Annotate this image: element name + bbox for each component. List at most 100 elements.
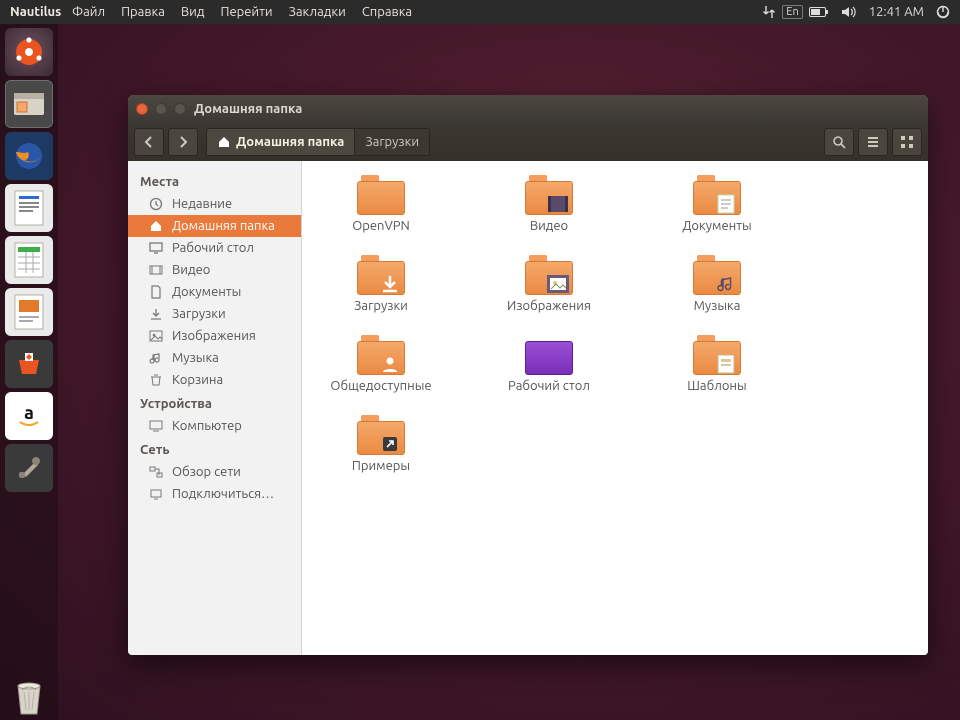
computer-icon [148,419,164,433]
folder-icon [693,335,741,375]
battery-indicator-icon[interactable] [803,6,835,18]
folder-icon [357,255,405,295]
folder-icon [357,415,405,455]
window-titlebar[interactable]: Домашняя папка [128,95,928,123]
window-title: Домашняя папка [194,102,302,116]
file-label: Общедоступные [330,379,431,393]
launcher-firefox[interactable] [5,132,53,180]
file-grid: OpenVPN Видео Документы Загрузки Изображения… [302,161,928,655]
menu-bookmarks[interactable]: Закладки [281,5,354,19]
launcher-writer[interactable] [5,184,53,232]
sidebar-item-clock[interactable]: Недавние [128,193,301,215]
file-item[interactable]: Музыка [652,255,782,313]
view-list-button[interactable] [858,128,888,156]
file-item[interactable]: Изображения [484,255,614,313]
launcher-amazon[interactable]: a [5,392,53,440]
sidebar-item-label: Изображения [172,329,256,343]
sidebar-item-home[interactable]: Домашняя папка [128,215,301,237]
file-label: Музыка [694,299,741,313]
video-icon [148,263,164,277]
file-item[interactable]: Загрузки [316,255,446,313]
file-label: Документы [682,219,751,233]
file-item[interactable]: Рабочий стол [484,335,614,393]
file-item[interactable]: Примеры [316,415,446,473]
path-segment-home[interactable]: Домашняя папка [207,129,355,155]
sidebar-item-label: Музыка [172,351,219,365]
search-icon [832,135,846,149]
launcher-settings[interactable] [5,444,53,492]
desktop-folder-icon [525,335,573,375]
window-close-button[interactable] [136,103,148,115]
grid-icon [900,135,914,149]
sidebar-item-network[interactable]: Обзор сети [128,461,301,483]
image-icon [148,329,164,343]
sidebar-item-desktop[interactable]: Рабочий стол [128,237,301,259]
toolbar: Домашняя папка Загрузки [128,123,928,161]
app-name: Nautilus [4,5,64,19]
sound-indicator-icon[interactable] [835,5,863,19]
sidebar-heading: Устройства [128,391,301,415]
sidebar-item-label: Загрузки [172,307,226,321]
sidebar-item-label: Документы [172,285,241,299]
sidebar-item-video[interactable]: Видео [128,259,301,281]
search-button[interactable] [824,128,854,156]
sidebar-item-computer[interactable]: Компьютер [128,415,301,437]
file-item[interactable]: Видео [484,175,614,233]
sidebar-item-label: Недавние [172,197,232,211]
sidebar-item-connect[interactable]: Подключиться… [128,483,301,505]
doc-icon [148,285,164,299]
home-icon [148,219,164,233]
menu-view[interactable]: Вид [173,5,213,19]
sidebar-item-download[interactable]: Загрузки [128,303,301,325]
clock[interactable]: 12:41 AM [863,5,930,19]
sidebar-item-doc[interactable]: Документы [128,281,301,303]
sidebar-item-image[interactable]: Изображения [128,325,301,347]
menu-go[interactable]: Перейти [212,5,280,19]
network-indicator-icon[interactable] [756,5,782,19]
keyboard-indicator[interactable]: En [782,5,802,19]
path-segment-label: Загрузки [365,135,419,149]
svg-text:a: a [24,403,34,423]
sidebar-item-music[interactable]: Музыка [128,347,301,369]
view-grid-button[interactable] [892,128,922,156]
path-segment-downloads[interactable]: Загрузки [355,129,429,155]
menu-help[interactable]: Справка [354,5,420,19]
folder-icon [357,175,405,215]
download-icon [148,307,164,321]
nautilus-window: Домашняя папка Домашняя папка Загрузки [128,95,928,655]
file-label: Изображения [507,299,591,313]
sidebar: Места Недавние Домашняя папкаРабочий столВ… [128,161,302,655]
folder-icon [525,175,573,215]
file-item[interactable]: Общедоступные [316,335,446,393]
file-label: OpenVPN [352,219,410,233]
list-icon [866,135,880,149]
sidebar-heading: Места [128,169,301,193]
window-maximize-button[interactable] [174,103,186,115]
launcher-impress[interactable] [5,288,53,336]
connect-icon [148,487,164,501]
path-segment-label: Домашняя папка [236,135,344,149]
music-icon [148,351,164,365]
launcher-dash[interactable] [5,28,53,76]
file-label: Загрузки [354,299,408,313]
launcher-files[interactable] [5,80,53,128]
file-item[interactable]: OpenVPN [316,175,446,233]
window-minimize-button[interactable] [155,103,167,115]
folder-icon [357,335,405,375]
nav-forward-button[interactable] [168,128,198,156]
launcher: a [0,24,58,720]
launcher-software-center[interactable] [5,340,53,388]
sidebar-item-trash[interactable]: Корзина [128,369,301,391]
file-item[interactable]: Шаблоны [652,335,782,393]
desktop-icon [148,241,164,255]
trash-icon [148,373,164,387]
nav-back-button[interactable] [134,128,164,156]
menu-edit[interactable]: Правка [113,5,173,19]
file-label: Видео [530,219,568,233]
session-indicator-icon[interactable] [930,5,956,19]
launcher-calc[interactable] [5,236,53,284]
launcher-trash[interactable] [5,672,53,720]
folder-icon [693,255,741,295]
menu-file[interactable]: Файл [64,5,113,19]
file-item[interactable]: Документы [652,175,782,233]
